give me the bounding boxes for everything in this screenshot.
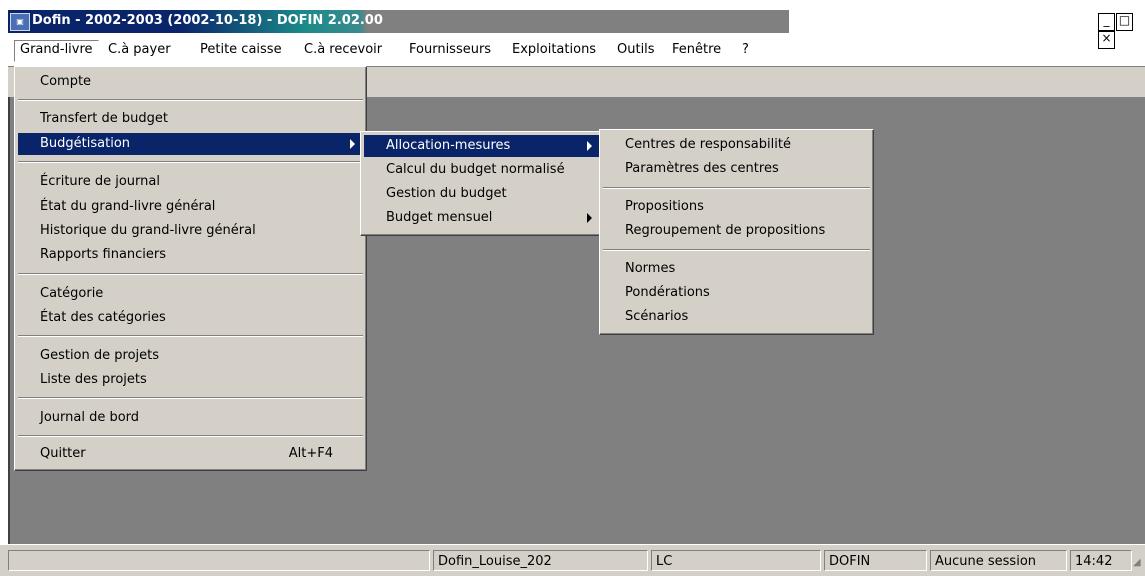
menu-item-rapports-financiers[interactable]: Rapports financiers [18, 244, 363, 266]
menu-item-regroupement-de-propositions[interactable]: Regroupement de propositions [603, 220, 870, 242]
menu-item-centres-de-responsabilite[interactable]: Centres de responsabilité [603, 134, 870, 156]
submenu-arrow-icon [350, 139, 355, 149]
menu-item-allocation-mesures[interactable]: Allocation-mesures [364, 135, 600, 157]
shortcut-label: Alt+F4 [288, 446, 333, 461]
menu-item-calcul-du-budget-normalise[interactable]: Calcul du budget normalisé [364, 159, 600, 181]
status-user: LC [651, 550, 821, 571]
menu-item-label: Catégorie [40, 286, 104, 301]
budgetisation-submenu: Allocation-mesures Calcul du budget norm… [360, 131, 604, 236]
menu-item-label: Quitter [40, 446, 86, 461]
menu-item-historique-du-grand-livre[interactable]: Historique du grand-livre général [18, 220, 363, 242]
status-bar: Dofin_Louise_202 LC DOFIN Aucune session… [0, 544, 1145, 576]
menu-item-propositions[interactable]: Propositions [603, 196, 870, 218]
menu-bar: Grand-livre C.à payer Petite caisse C.à … [0, 38, 1145, 64]
menu-item-label: Normes [625, 261, 676, 276]
size-grip-icon[interactable]: ◢ [1133, 557, 1143, 571]
menu-item-label: Historique du grand-livre général [40, 223, 256, 238]
menu-grand-livre[interactable]: Grand-livre [14, 40, 99, 62]
minimize-icon[interactable]: _ [1098, 13, 1115, 31]
menu-item-gestion-de-projets[interactable]: Gestion de projets [18, 345, 363, 367]
menu-item-label: Allocation-mesures [386, 138, 511, 153]
menu-item-label: Budgétisation [40, 136, 131, 151]
menu-item-label: Transfert de budget [40, 111, 168, 126]
menu-item-label: Journal de bord [40, 410, 140, 425]
menu-item-gestion-du-budget[interactable]: Gestion du budget [364, 183, 600, 205]
menu-item-label: Liste des projets [40, 372, 147, 387]
status-database: Dofin_Louise_202 [433, 550, 648, 571]
menu-item-parametres-des-centres[interactable]: Paramètres des centres [603, 158, 870, 180]
menu-item-label: Budget mensuel [386, 210, 493, 225]
submenu-arrow-icon [587, 213, 592, 223]
menu-outils[interactable]: Outils [612, 40, 660, 60]
menu-separator [18, 435, 363, 437]
status-app: DOFIN [824, 550, 927, 571]
app-icon[interactable]: ▣ [10, 13, 30, 31]
menu-item-etat-des-categories[interactable]: État des catégories [18, 307, 363, 329]
menu-fournisseurs[interactable]: Fournisseurs [404, 40, 496, 60]
menu-petite-caisse[interactable]: Petite caisse [195, 40, 287, 60]
menu-item-label: Scénarios [625, 309, 689, 324]
menu-item-label: Écriture de journal [40, 174, 160, 189]
menu-item-label: Propositions [625, 199, 704, 214]
menu-item-ponderations[interactable]: Pondérations [603, 282, 870, 304]
menu-item-transfert-de-budget[interactable]: Transfert de budget [18, 108, 363, 130]
status-session: Aucune session [930, 550, 1067, 571]
menu-separator [603, 187, 870, 189]
status-time: 14:42 [1070, 550, 1132, 571]
menu-c-a-payer[interactable]: C.à payer [103, 40, 176, 60]
menu-separator [18, 161, 363, 163]
menu-separator [603, 249, 870, 251]
menu-item-etat-du-grand-livre[interactable]: État du grand-livre général [18, 196, 363, 218]
menu-separator [18, 335, 363, 337]
status-pane-message [8, 550, 430, 571]
menu-separator [18, 99, 363, 101]
menu-item-compte[interactable]: Compte [18, 71, 363, 93]
menu-item-label: Centres de responsabilité [625, 137, 791, 152]
menu-item-label: Rapports financiers [40, 247, 167, 262]
menu-item-quitter[interactable]: Quitter Alt+F4 [18, 443, 363, 465]
menu-item-label: État du grand-livre général [40, 199, 216, 214]
window-title: Dofin - 2002-2003 (2002-10-18) - DOFIN 2… [32, 13, 383, 28]
allocation-mesures-submenu: Centres de responsabilité Paramètres des… [599, 129, 874, 335]
menu-item-categorie[interactable]: Catégorie [18, 283, 363, 305]
title-bar[interactable]: ▣ Dofin - 2002-2003 (2002-10-18) - DOFIN… [8, 10, 789, 33]
menu-item-scenarios[interactable]: Scénarios [603, 306, 870, 328]
menu-fenetre[interactable]: Fenêtre [667, 40, 726, 60]
menu-item-normes[interactable]: Normes [603, 258, 870, 280]
menu-separator [18, 273, 363, 275]
menu-item-label: Compte [40, 74, 92, 89]
window-controls: _ □× [1098, 13, 1145, 49]
menu-separator [18, 397, 363, 399]
menu-item-budget-mensuel[interactable]: Budget mensuel [364, 207, 600, 229]
menu-item-label: Gestion du budget [386, 186, 507, 201]
menu-item-journal-de-bord[interactable]: Journal de bord [18, 407, 363, 429]
menu-item-label: Paramètres des centres [625, 161, 779, 176]
menu-item-label: Gestion de projets [40, 348, 160, 363]
menu-help[interactable]: ? [737, 40, 754, 60]
menu-item-label: Pondérations [625, 285, 710, 300]
menu-item-label: État des catégories [40, 310, 166, 325]
maximize-icon[interactable]: □ [1116, 13, 1133, 31]
grand-livre-menu: Compte Transfert de budget Budgétisation… [14, 66, 367, 471]
menu-item-ecriture-de-journal[interactable]: Écriture de journal [18, 171, 363, 193]
menu-item-budgetisation[interactable]: Budgétisation [18, 133, 363, 155]
menu-exploitations[interactable]: Exploitations [507, 40, 601, 60]
menu-item-label: Regroupement de propositions [625, 223, 826, 238]
menu-c-a-recevoir[interactable]: C.à recevoir [299, 40, 387, 60]
submenu-arrow-icon [587, 141, 592, 151]
menu-item-liste-des-projets[interactable]: Liste des projets [18, 369, 363, 391]
menu-item-label: Calcul du budget normalisé [386, 162, 565, 177]
